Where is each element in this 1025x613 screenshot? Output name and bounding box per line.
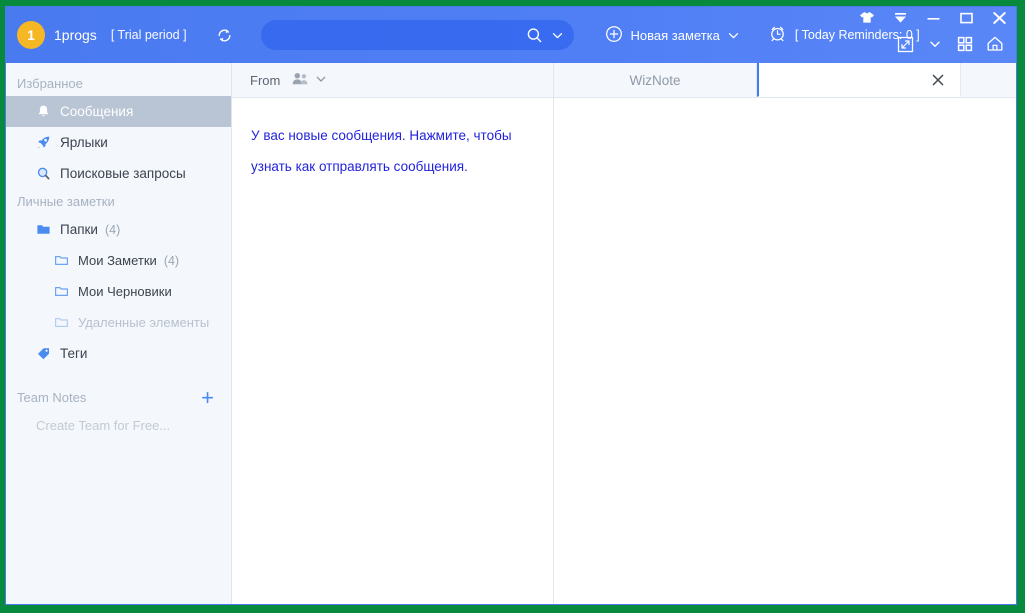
create-team-link[interactable]: Create Team for Free... bbox=[6, 410, 231, 433]
sidebar-item-label: Мои Заметки bbox=[78, 253, 157, 268]
new-note-button[interactable]: Новая заметка bbox=[605, 25, 740, 46]
message-list-panel: From У вас новые сообщения. Нажмите, что… bbox=[232, 63, 554, 604]
trial-period-label: [ Trial period ] bbox=[110, 28, 187, 42]
from-filter-button[interactable] bbox=[292, 71, 327, 89]
close-button[interactable] bbox=[989, 9, 1009, 27]
folder-outline-icon bbox=[52, 284, 71, 299]
sidebar-item-count: (4) bbox=[104, 222, 121, 237]
tab-label: WizNote bbox=[629, 72, 681, 88]
main-body: Избранное Сообщения Ярлыки Поисковые зап… bbox=[6, 63, 1016, 604]
search-dropdown-chevron-down-icon[interactable] bbox=[551, 29, 564, 42]
search-input[interactable] bbox=[274, 27, 521, 43]
sidebar-item-label: Теги bbox=[60, 346, 88, 361]
sidebar: Избранное Сообщения Ярлыки Поисковые зап… bbox=[6, 63, 232, 604]
search-box[interactable] bbox=[260, 20, 574, 50]
sidebar-item-label: Сообщения bbox=[60, 104, 134, 119]
team-notes-header-label: Team Notes bbox=[17, 390, 87, 405]
bell-icon bbox=[34, 104, 53, 119]
sidebar-item-label: Удаленные элементы bbox=[78, 315, 210, 330]
sidebar-section-favorites: Избранное bbox=[6, 71, 231, 96]
rocket-icon bbox=[34, 135, 53, 150]
sidebar-item-label: Папки bbox=[60, 222, 98, 237]
alarm-clock-icon bbox=[768, 24, 787, 46]
grid-view-icon[interactable] bbox=[952, 31, 978, 57]
list-item[interactable]: У вас новые сообщения. Нажмите, чтобы уз… bbox=[251, 120, 533, 182]
sidebar-item-deleted-items[interactable]: Удаленные элементы bbox=[6, 307, 231, 338]
new-note-label: Новая заметка bbox=[630, 27, 720, 43]
message-list-body: У вас новые сообщения. Нажмите, чтобы уз… bbox=[232, 98, 553, 604]
home-icon[interactable] bbox=[982, 31, 1008, 57]
sidebar-item-shortcuts[interactable]: Ярлыки bbox=[6, 127, 231, 158]
tab-active-document[interactable] bbox=[757, 63, 961, 97]
sidebar-item-my-drafts[interactable]: Мои Черновики bbox=[6, 276, 231, 307]
username-label: 1progs bbox=[54, 27, 97, 43]
window-controls bbox=[857, 9, 1009, 27]
sidebar-item-label: Поисковые запросы bbox=[60, 166, 186, 181]
sidebar-item-saved-searches[interactable]: Поисковые запросы bbox=[6, 158, 231, 189]
sidebar-section-personal: Личные заметки bbox=[6, 189, 231, 214]
avatar[interactable]: 1 bbox=[17, 21, 45, 49]
document-pane: WizNote bbox=[554, 63, 1016, 604]
sidebar-item-label: Мои Черновики bbox=[78, 284, 172, 299]
folder-filled-icon bbox=[34, 222, 53, 237]
sync-icon[interactable] bbox=[213, 23, 237, 47]
folder-outline-icon bbox=[52, 315, 71, 330]
sidebar-item-label: Ярлыки bbox=[60, 135, 108, 150]
toolbar-right-icons bbox=[892, 31, 1008, 57]
sidebar-item-messages[interactable]: Сообщения bbox=[6, 96, 231, 127]
sidebar-section-team-notes: Team Notes + bbox=[6, 385, 231, 410]
personal-header-label: Личные заметки bbox=[17, 194, 115, 209]
magnifier-icon bbox=[34, 166, 53, 181]
sidebar-item-count: (4) bbox=[163, 253, 180, 268]
app-window: 1 1progs [ Trial period ] Новая заметка … bbox=[5, 6, 1017, 605]
tag-icon bbox=[34, 346, 53, 361]
skin-tshirt-icon[interactable] bbox=[857, 9, 877, 27]
chevron-down-icon bbox=[315, 73, 327, 88]
people-icon bbox=[292, 71, 309, 89]
chevron-down-icon[interactable] bbox=[922, 31, 948, 57]
plus-circle-icon bbox=[605, 25, 623, 46]
tab-strip: WizNote bbox=[554, 63, 1016, 98]
message-list-header: From bbox=[232, 63, 553, 98]
toolbar: 1 1progs [ Trial period ] Новая заметка … bbox=[6, 7, 1016, 63]
add-team-plus-icon[interactable]: + bbox=[201, 386, 214, 408]
collapse-arrow-icon[interactable] bbox=[890, 9, 910, 27]
minimize-button[interactable] bbox=[923, 9, 943, 27]
fullscreen-icon[interactable] bbox=[892, 31, 918, 57]
sidebar-item-folders[interactable]: Папки (4) bbox=[6, 214, 231, 245]
tab-wiznote[interactable]: WizNote bbox=[554, 63, 757, 97]
tab-strip-filler bbox=[961, 63, 1016, 97]
editor-area[interactable] bbox=[554, 98, 1016, 604]
sidebar-item-my-notes[interactable]: Мои Заметки (4) bbox=[6, 245, 231, 276]
search-icon[interactable] bbox=[525, 26, 544, 45]
favorites-header-label: Избранное bbox=[17, 76, 83, 91]
folder-outline-icon bbox=[52, 253, 71, 268]
new-note-chevron-down-icon[interactable] bbox=[727, 29, 740, 42]
maximize-button[interactable] bbox=[956, 9, 976, 27]
sidebar-item-tags[interactable]: Теги bbox=[6, 338, 231, 369]
from-label: From bbox=[250, 72, 281, 88]
close-icon[interactable] bbox=[930, 72, 946, 88]
